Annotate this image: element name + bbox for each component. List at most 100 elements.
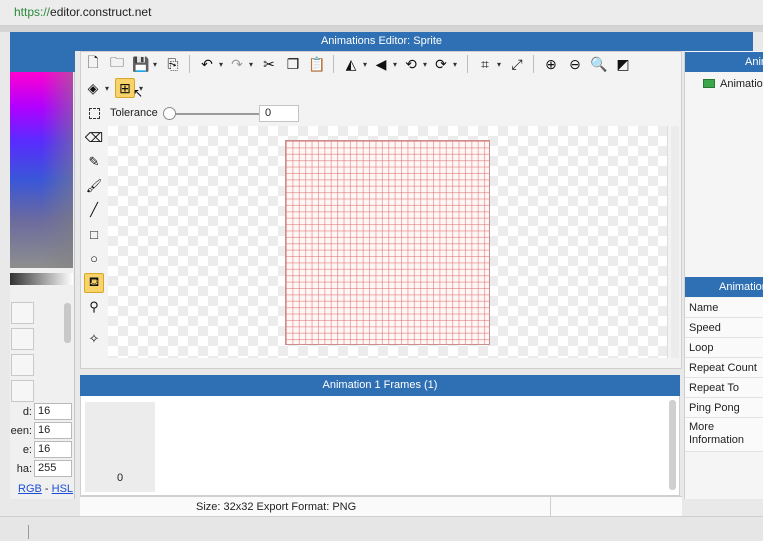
undo-icon[interactable]: ↶ — [197, 54, 217, 74]
chevron-down-icon[interactable]: ▾ — [103, 78, 111, 98]
tolerance-slider-knob[interactable] — [163, 107, 176, 120]
toolbar-separator — [189, 55, 190, 73]
rotate-ccw-icon[interactable]: ⟲ — [401, 54, 421, 74]
export-icon[interactable]: ⎘ — [163, 54, 183, 74]
ellipse-icon[interactable]: ○ — [84, 248, 104, 268]
color-swatch[interactable] — [11, 380, 34, 402]
resize-icon[interactable]: ⤢ — [507, 54, 527, 74]
toolbar-separator — [333, 55, 334, 73]
url-text[interactable]: https://editor.construct.net — [14, 5, 151, 19]
copy-icon[interactable]: ❐ — [283, 54, 303, 74]
grid-icon[interactable]: ⊞ — [115, 78, 135, 98]
mouse-cursor-icon: ↖ — [133, 86, 144, 100]
color-swatch[interactable] — [11, 302, 34, 324]
chevron-down-icon[interactable]: ▾ — [361, 54, 369, 74]
chevron-down-icon[interactable]: ▾ — [495, 54, 503, 74]
toolbar-separator — [533, 55, 534, 73]
property-name[interactable]: Name — [685, 298, 763, 318]
frame-thumbnail[interactable]: 0 — [85, 402, 155, 492]
canvas-viewport[interactable] — [108, 126, 668, 358]
status-bar: Size: 32x32 Export Format: PNG — [80, 496, 682, 517]
chevron-down-icon[interactable]: ▾ — [391, 54, 399, 74]
chevron-down-icon[interactable]: ▾ — [421, 54, 429, 74]
chevron-down-icon[interactable]: ▾ — [151, 54, 159, 74]
red-field: d: 16 — [10, 403, 75, 421]
toggle-background-icon[interactable]: ◩ — [613, 54, 633, 74]
chevron-down-icon[interactable]: ▾ — [217, 54, 225, 74]
property-repeat-count[interactable]: Repeat Count — [685, 358, 763, 378]
animation-properties-header: Animation properties — [685, 277, 763, 297]
editor-title-bar: Animations Editor: Sprite — [10, 32, 753, 51]
image-point-icon[interactable]: ✧ — [84, 329, 104, 349]
flip-horizontal-icon[interactable]: ◭ — [341, 54, 361, 74]
zoom-out-icon[interactable]: ⊖ — [565, 54, 585, 74]
color-panel: d: 16 een: 16 e: 16 ha: 255 RGB - HSL — [10, 51, 75, 499]
green-field: een: 16 — [10, 422, 75, 440]
new-file-icon[interactable]: 🗋 — [83, 54, 103, 74]
property-loop[interactable]: Loop — [685, 338, 763, 358]
blue-input[interactable]: 16 — [34, 441, 72, 458]
pencil-icon[interactable]: ✎ — [84, 152, 104, 172]
animations-header: Animations — [685, 52, 763, 72]
tolerance-input[interactable]: 0 — [259, 105, 299, 122]
frame-index: 0 — [116, 472, 124, 484]
frames-scrollbar[interactable] — [669, 400, 676, 490]
eraser-icon[interactable]: ⌫ — [84, 128, 104, 148]
property-ping-pong[interactable]: Ping Pong — [685, 398, 763, 418]
chevron-down-icon[interactable]: ▾ — [247, 54, 255, 74]
property-more-information[interactable]: More Information — [685, 418, 763, 452]
line-icon[interactable]: ╱ — [84, 200, 104, 220]
secondary-toolbar: ◈ ▾ ⊞ ▾ ↖ — [83, 78, 183, 100]
crop-icon[interactable]: ⌗ — [475, 54, 495, 74]
color-picker-icon[interactable]: ⚲ — [84, 297, 104, 317]
status-text: Size: 32x32 Export Format: PNG — [196, 501, 357, 513]
color-swatch[interactable] — [11, 354, 34, 376]
green-input[interactable]: 16 — [34, 422, 72, 439]
property-repeat-to[interactable]: Repeat To — [685, 378, 763, 398]
alpha-field: ha: 255 — [10, 460, 75, 478]
open-folder-icon[interactable]: 🗀 — [107, 54, 127, 74]
gray-scale-bar[interactable] — [10, 273, 73, 285]
rectangle-icon[interactable]: □ — [84, 224, 104, 244]
zoom-in-icon[interactable]: ⊕ — [541, 54, 561, 74]
property-speed[interactable]: Speed — [685, 318, 763, 338]
rgb-link[interactable]: RGB — [18, 483, 42, 495]
rotate-cw-icon[interactable]: ⟳ — [431, 54, 451, 74]
main-toolbar: 🗋 🗀 💾 ▾ ⎘ ↶ ▾ ↷ ▾ ✂ ❐ 📋 ◭ ▾ ◀ ▾ ⟲ ▾ ⟳ ▾ … — [83, 54, 679, 76]
drawing-tools: ⌫ ✎ 🖌 ╱ □ ○ ⛾ ⚲ ✧ — [83, 126, 105, 366]
color-mode-links: RGB - HSL — [18, 483, 74, 495]
animation-list-item[interactable]: Animation 1 — [703, 78, 763, 90]
flip-vertical-icon[interactable]: ◀ — [371, 54, 391, 74]
tolerance-slider-track[interactable] — [169, 113, 263, 115]
bottom-strip — [0, 516, 763, 541]
browser-url-bar[interactable]: https://editor.construct.net — [0, 0, 763, 26]
right-panel: Animations Animation 1 Animation propert… — [684, 51, 763, 499]
toolbar-separator — [467, 55, 468, 73]
color-panel-header — [10, 51, 75, 72]
cut-icon[interactable]: ✂ — [259, 54, 279, 74]
layers-icon[interactable]: ◈ — [83, 78, 103, 98]
frames-panel-header: Animation 1 Frames (1) — [80, 375, 680, 396]
canvas-scrollbar[interactable] — [671, 126, 679, 358]
alpha-input[interactable]: 255 — [34, 460, 72, 477]
tolerance-label: Tolerance — [110, 107, 158, 119]
color-spectrum[interactable] — [10, 72, 73, 268]
status-divider — [550, 497, 551, 517]
image-editor: 🗋 🗀 💾 ▾ ⎘ ↶ ▾ ↷ ▾ ✂ ❐ 📋 ◭ ▾ ◀ ▾ ⟲ ▾ ⟳ ▾ … — [80, 51, 682, 369]
hsl-link[interactable]: HSL — [52, 483, 73, 495]
paste-icon[interactable]: 📋 — [307, 54, 327, 74]
brush-icon[interactable]: 🖌 — [84, 176, 104, 196]
chevron-down-icon[interactable]: ▾ — [451, 54, 459, 74]
redo-icon[interactable]: ↷ — [227, 54, 247, 74]
sprite-canvas[interactable] — [285, 140, 490, 345]
film-strip-icon — [703, 79, 715, 88]
save-icon[interactable]: 💾 — [131, 54, 151, 74]
zoom-reset-icon[interactable]: 🔍 — [589, 54, 609, 74]
selection-marquee-icon[interactable] — [89, 108, 100, 119]
frames-panel: 0 — [80, 396, 680, 496]
fill-icon[interactable]: ⛾ — [84, 273, 104, 293]
color-swatch[interactable] — [11, 328, 34, 350]
red-input[interactable]: 16 — [34, 403, 72, 420]
blue-field: e: 16 — [10, 441, 75, 459]
swatch-scrollbar[interactable] — [64, 303, 71, 343]
